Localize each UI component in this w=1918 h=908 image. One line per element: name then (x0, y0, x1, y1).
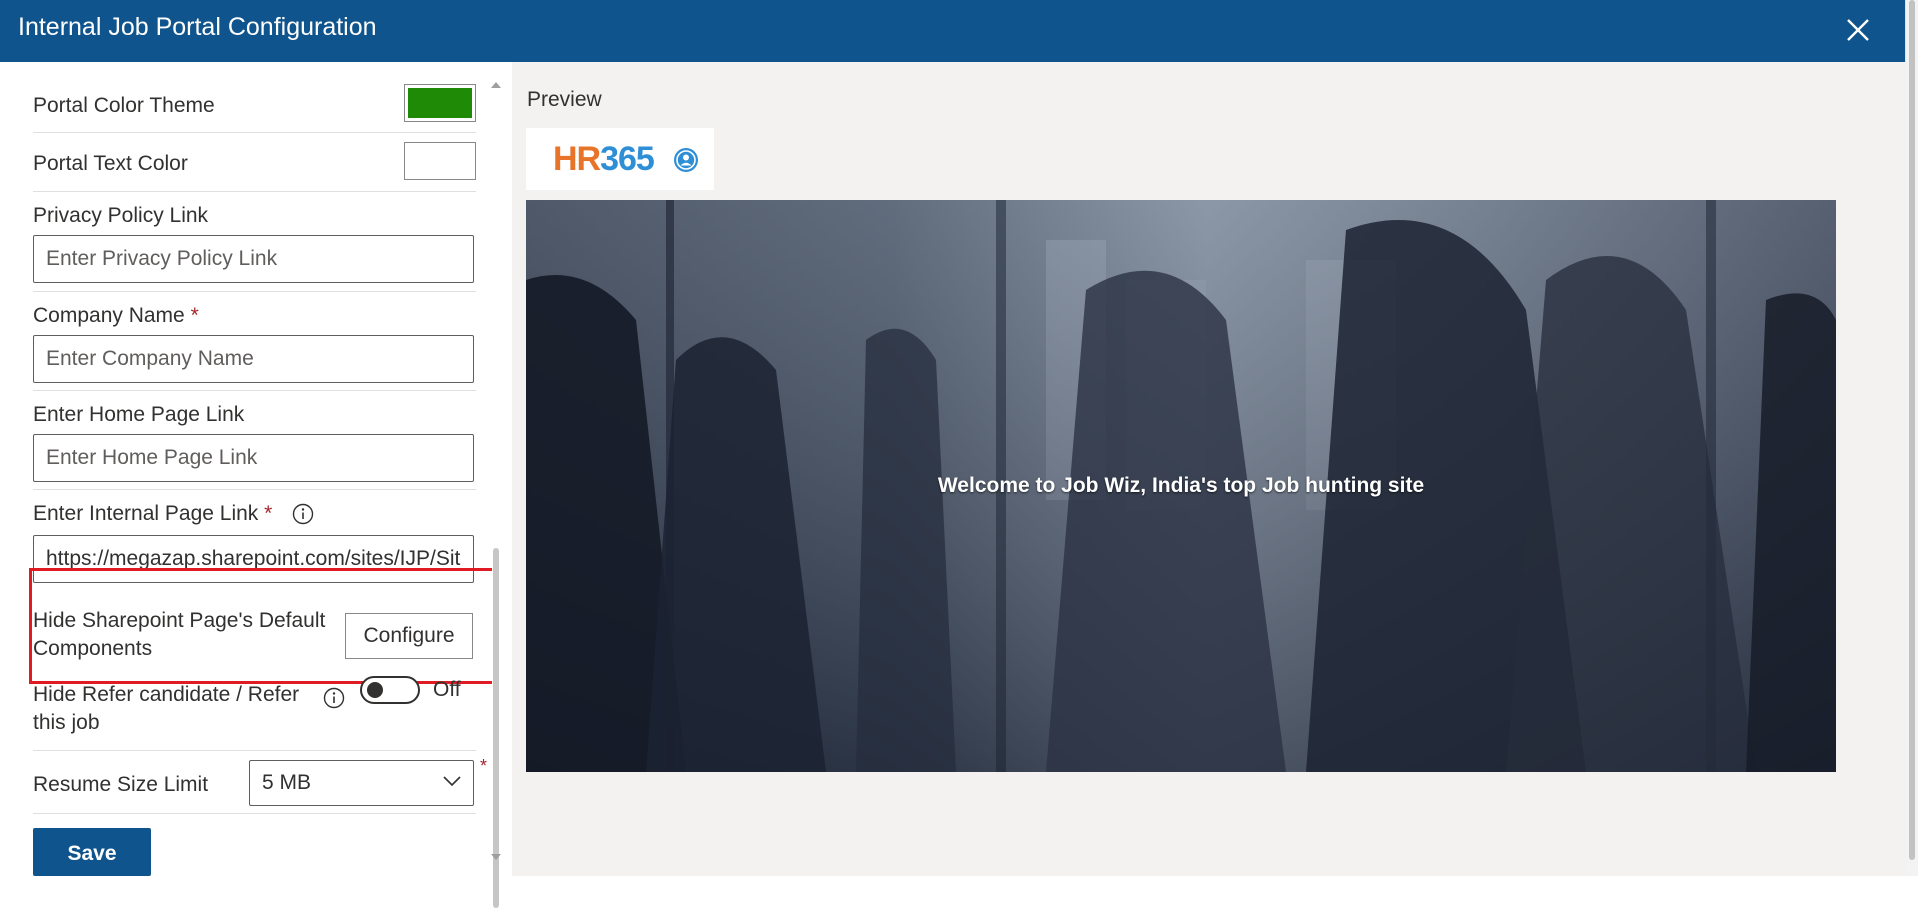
divider (33, 191, 476, 192)
portal-color-theme-swatch[interactable] (404, 84, 476, 122)
internal-page-link-label-text: Enter Internal Page Link (33, 502, 259, 525)
logo-hr-text: HR (553, 140, 601, 178)
save-button[interactable]: Save (33, 828, 151, 876)
logo-number-text: 365 (600, 140, 655, 178)
scroll-up-icon[interactable] (491, 82, 501, 88)
required-mark: * (264, 502, 273, 525)
portal-text-color-swatch[interactable] (404, 142, 476, 180)
required-mark: * (480, 756, 488, 776)
required-mark: * (190, 304, 199, 327)
company-name-input[interactable]: Enter Company Name (33, 335, 474, 383)
hide-refer-toggle[interactable] (360, 676, 420, 704)
preview-label: Preview (527, 88, 602, 111)
dialog-title: Internal Job Portal Configuration (18, 13, 377, 41)
configure-button[interactable]: Configure (345, 613, 473, 659)
info-icon[interactable] (292, 503, 314, 525)
hero-banner: Welcome to Job Wiz, India's top Job hunt… (526, 200, 1836, 772)
info-icon[interactable] (323, 687, 345, 709)
divider (33, 489, 476, 490)
divider (33, 390, 476, 391)
preview-panel: Preview HR365 Welcome to Job Wiz, India'… (512, 62, 1906, 876)
dialog-header: Internal Job Portal Configuration (0, 0, 1906, 62)
hide-default-components-label: Hide Sharepoint Page's Default Component… (33, 609, 326, 660)
hr365-logo: HR365 (526, 128, 714, 190)
divider (33, 750, 476, 751)
home-page-link-input[interactable]: Enter Home Page Link (33, 434, 474, 482)
divider (33, 813, 476, 814)
company-name-label-text: Company Name (33, 304, 185, 327)
divider (33, 291, 476, 292)
company-name-label: Company Name * (33, 304, 476, 328)
privacy-policy-label: Privacy Policy Link (33, 204, 209, 227)
user-badge-icon (674, 148, 698, 172)
toggle-state-text: Off (433, 678, 461, 701)
window-scrollbar[interactable] (1905, 0, 1918, 876)
scroll-down-icon[interactable] (491, 854, 501, 860)
panel-scrollbar[interactable] (488, 78, 504, 908)
config-panel: Portal Color Theme Portal Text Color Pri… (18, 76, 492, 864)
close-icon[interactable] (1844, 16, 1872, 44)
resume-size-dropdown[interactable]: 5 MB (249, 760, 474, 806)
internal-page-link-label: Enter Internal Page Link * (33, 502, 476, 526)
chevron-down-icon (443, 776, 461, 787)
welcome-text: Welcome to Job Wiz, India's top Job hunt… (937, 474, 1425, 497)
toggle-knob (367, 682, 383, 698)
privacy-policy-input[interactable]: Enter Privacy Policy Link (33, 235, 474, 283)
divider (33, 132, 476, 133)
hide-refer-label: Hide Refer candidate / Refer this job (33, 683, 300, 734)
home-page-link-label: Enter Home Page Link (33, 403, 245, 426)
resume-size-value: 5 MB (262, 771, 312, 794)
